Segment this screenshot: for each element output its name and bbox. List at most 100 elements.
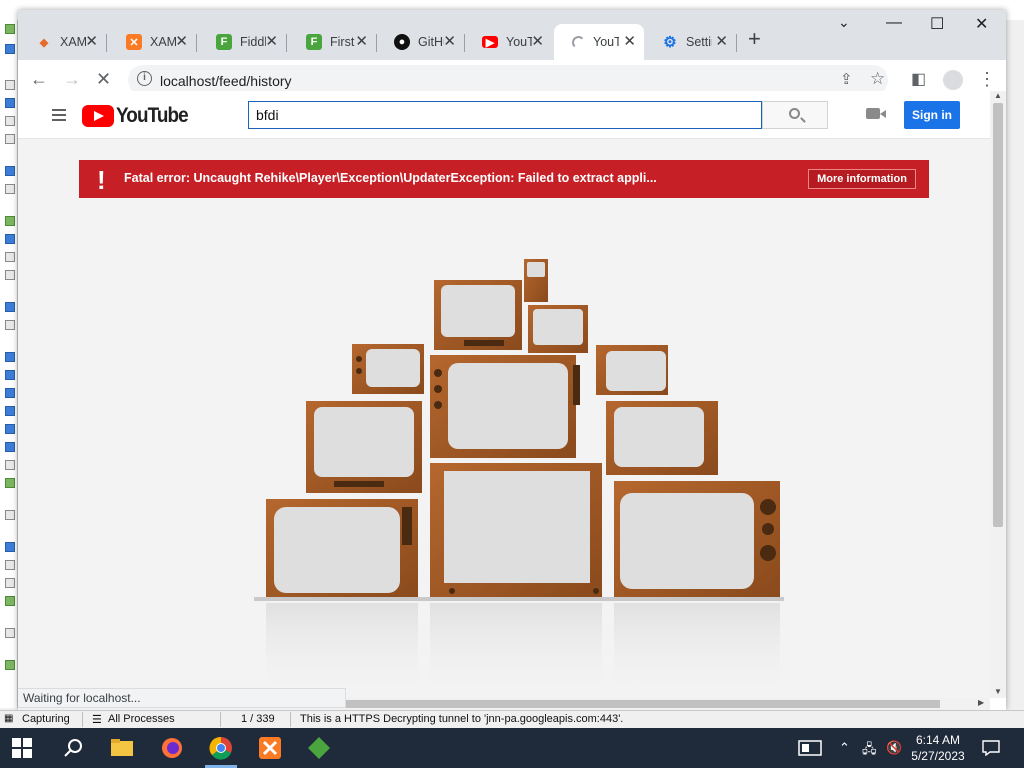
bookmark-star-icon[interactable]: ☆ — [870, 69, 885, 89]
tab-label: YouTube — [506, 35, 532, 49]
firefox-icon[interactable] — [160, 736, 184, 760]
tab-search-icon[interactable]: ⌄ — [838, 14, 850, 31]
tab-github[interactable]: ● GitHub ✕ — [376, 24, 465, 60]
youtube-logo-text: YouTube — [116, 104, 189, 127]
tv-bottom-right — [614, 481, 780, 599]
tv-center-middle — [430, 355, 580, 458]
stop-loading-button[interactable]: ✕ — [96, 69, 111, 90]
maximize-button[interactable]: ☐ — [930, 14, 944, 34]
session-icon — [5, 370, 15, 380]
news-widget-icon[interactable] — [798, 740, 822, 756]
stacked-tvs-illustration — [254, 259, 784, 698]
file-explorer-icon[interactable] — [110, 736, 134, 760]
close-window-button[interactable]: ✕ — [975, 14, 988, 34]
close-tab-icon[interactable]: ✕ — [531, 34, 544, 50]
site-info-icon[interactable]: i — [137, 71, 152, 86]
fiddler-status-bar: ▦ Capturing ☰ All Processes 1 / 339 This… — [0, 710, 1024, 728]
session-icon — [5, 596, 15, 606]
back-button[interactable]: ← — [30, 69, 48, 90]
chrome-window: ◆ XAMPP ✕ ✕ XAMPP ✕ F Fiddler ✕ F First … — [18, 10, 1006, 710]
session-icon — [5, 302, 15, 312]
session-icon — [5, 134, 15, 144]
tv-top-left — [434, 280, 522, 350]
session-icon — [5, 24, 15, 34]
fiddler-session-list-edge[interactable] — [0, 20, 18, 708]
profile-avatar-icon[interactable] — [943, 70, 963, 90]
session-icon — [5, 424, 15, 434]
gear-icon: ⚙ — [663, 34, 677, 51]
share-icon[interactable]: ⇪ — [840, 70, 853, 88]
session-icon — [5, 98, 15, 108]
fiddler-icon[interactable] — [307, 736, 331, 760]
tab-label: First — [330, 35, 355, 49]
vertical-scrollbar[interactable]: ▲ ▼ — [990, 91, 1006, 698]
upload-video-icon[interactable] — [866, 108, 886, 119]
tab-label: XAMPP — [60, 35, 86, 49]
minimize-button[interactable]: — — [886, 14, 902, 32]
tab-youtube[interactable]: ▶ YouTube ✕ — [464, 24, 552, 60]
notification-icon[interactable] — [982, 740, 1000, 756]
session-icon — [5, 406, 15, 416]
forward-button[interactable]: → — [63, 69, 81, 90]
session-icon — [5, 510, 15, 520]
clock-time: 6:14 AM — [915, 733, 961, 747]
clock-date: 5/27/2023 — [911, 749, 965, 763]
youtube-icon: ▶ — [482, 36, 498, 49]
youtube-masthead: YouTube bfdi Sign in — [18, 91, 990, 139]
xampp-icon: ◆ — [39, 36, 49, 49]
chrome-icon[interactable] — [209, 736, 233, 760]
tab-youtube-active[interactable]: YouTube ✕ — [554, 24, 644, 60]
page-viewport: YouTube bfdi Sign in ! Fatal error: Unca… — [18, 91, 990, 698]
close-tab-icon[interactable]: ✕ — [623, 34, 636, 50]
xampp-icon[interactable] — [258, 736, 282, 760]
process-filter[interactable]: All Processes — [108, 713, 175, 725]
scroll-down-arrow-icon[interactable]: ▼ — [994, 687, 1002, 696]
tab-label: GitHub — [418, 35, 444, 49]
scroll-right-arrow-icon[interactable]: ▶ — [978, 698, 984, 707]
fiddler-icon: F — [306, 34, 322, 50]
loading-status-bubble: Waiting for localhost... — [18, 688, 346, 708]
close-tab-icon[interactable]: ✕ — [715, 34, 728, 50]
system-clock[interactable]: 6:14 AM 5/27/2023 — [906, 732, 970, 764]
close-tab-icon[interactable]: ✕ — [355, 34, 368, 50]
menu-kebab-icon[interactable]: ⋮ — [978, 69, 996, 90]
windows-taskbar: ⌃ 🖧 🔇 6:14 AM 5/27/2023 — [0, 728, 1024, 768]
tab-settings[interactable]: ⚙ Settings ✕ — [644, 24, 737, 60]
tab-xampp-2[interactable]: ✕ XAMPP ✕ — [108, 24, 197, 60]
process-filter-icon: ☰ — [92, 714, 102, 726]
youtube-logo[interactable]: YouTube — [82, 104, 196, 128]
close-tab-icon[interactable]: ✕ — [85, 34, 98, 50]
error-message: Fatal error: Uncaught Rehike\Player\Exce… — [124, 171, 657, 185]
github-icon: ● — [394, 34, 410, 50]
search-icon[interactable] — [62, 736, 86, 760]
tv-top-right-small — [528, 305, 588, 353]
volume-muted-icon[interactable]: 🔇 — [886, 740, 902, 756]
hamburger-menu-icon[interactable] — [52, 109, 66, 121]
youtube-play-icon — [82, 105, 114, 127]
session-icon — [5, 660, 15, 670]
new-tab-button[interactable]: + — [748, 26, 761, 52]
tv-small-right — [596, 345, 668, 395]
side-panel-icon[interactable]: ◧ — [911, 69, 926, 89]
sign-in-button[interactable]: Sign in — [904, 101, 960, 129]
loading-spinner-icon — [572, 35, 585, 49]
status-message: This is a HTTPS Decrypting tunnel to 'jn… — [300, 713, 624, 725]
search-input[interactable]: bfdi — [248, 101, 762, 129]
close-tab-icon[interactable]: ✕ — [265, 34, 278, 50]
close-tab-icon[interactable]: ✕ — [175, 34, 188, 50]
close-tab-icon[interactable]: ✕ — [443, 34, 456, 50]
session-icon — [5, 320, 15, 330]
scroll-up-arrow-icon[interactable]: ▲ — [994, 91, 1002, 100]
tab-xampp-1[interactable]: ◆ XAMPP ✕ — [18, 24, 107, 60]
capturing-toggle[interactable]: Capturing — [22, 713, 70, 725]
tv-tiny-top — [524, 259, 548, 302]
scrollbar-thumb[interactable] — [993, 103, 1003, 527]
url-text[interactable]: localhost/feed/history — [160, 73, 292, 89]
chevron-up-icon[interactable]: ⌃ — [839, 740, 850, 756]
network-icon[interactable]: 🖧 — [862, 740, 877, 762]
tab-first[interactable]: F First ✕ — [288, 24, 377, 60]
tab-fiddler[interactable]: F Fiddler ✕ — [198, 24, 287, 60]
search-button[interactable] — [762, 101, 828, 129]
more-information-button[interactable]: More information — [808, 169, 916, 189]
windows-start-icon[interactable] — [12, 738, 32, 758]
